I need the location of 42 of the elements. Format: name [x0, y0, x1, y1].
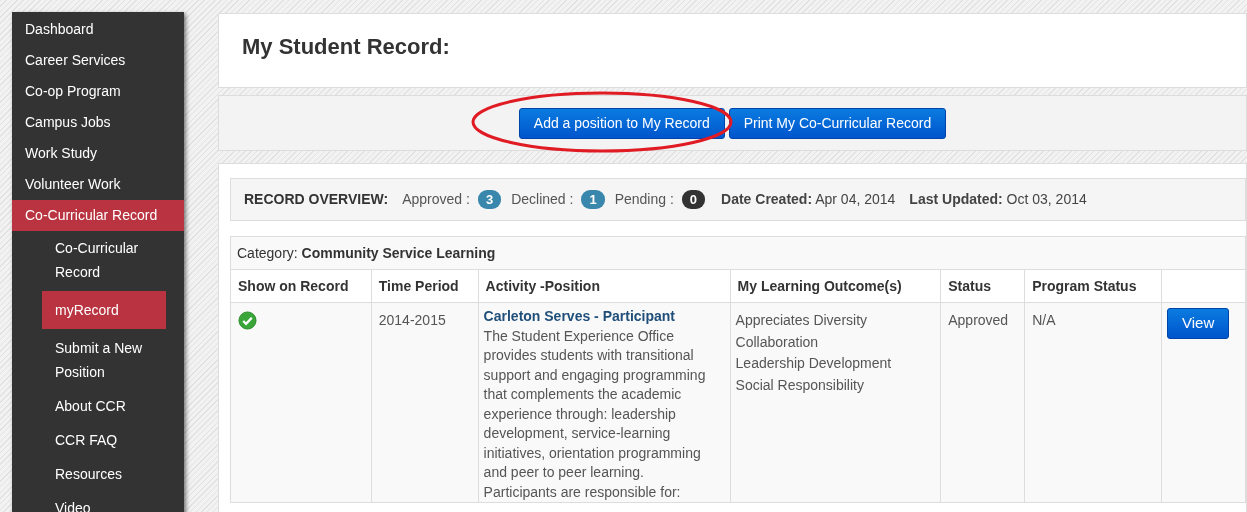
column-header: Time Period [378, 277, 459, 294]
sidebar-item[interactable]: Volunteer Work [12, 169, 184, 200]
sidebar-item[interactable]: Career Services [12, 45, 184, 76]
column-header: Activity -Position [485, 277, 600, 294]
column-header: Program Status [1032, 277, 1137, 294]
sidebar-item[interactable]: Co-op Program [12, 76, 184, 107]
date-text: Date Created: Apr 04, 2014 [721, 190, 896, 209]
sidebar-subitem[interactable]: About CCR [42, 389, 166, 423]
sidebar-subitem[interactable]: Submit a New Position [42, 331, 166, 389]
sidebar-subitem[interactable]: myRecord [42, 291, 166, 329]
count-badge: 0 [681, 190, 706, 209]
date-text: Last Updated: Oct 03, 2014 [909, 190, 1087, 209]
count-label: Pending : [614, 190, 674, 209]
status-text: Approved [948, 312, 1009, 328]
view-button[interactable]: View [1167, 308, 1230, 339]
column-header: Status [948, 277, 991, 294]
action-button[interactable]: Print My Co-Curricular Record [728, 107, 947, 139]
activity-description: The Student Experience Office provides students with transitional support and engaging programming that complements the academic experience through: leadership development, service-learning initiatives, orientation programming and peer to peer learning. Participants are responsible for: [483, 326, 707, 502]
count-badge: 3 [477, 190, 502, 209]
action-button[interactable]: Add a position to My Record [518, 107, 725, 139]
count-label: Declined : [511, 190, 574, 209]
period-text: 2014-2015 [378, 312, 446, 328]
sidebar-item[interactable]: Work Study [12, 138, 184, 169]
outcome-text: Leadership Development [735, 354, 893, 373]
overview-title: RECORD OVERVIEW: [244, 190, 389, 209]
outcome-text: Appreciates Diversity [735, 311, 869, 330]
sidebar-subitem[interactable]: Resources [42, 457, 166, 491]
sidebar-subitem[interactable]: CCR FAQ [42, 423, 166, 457]
outcome-text: Social Responsibility [735, 375, 865, 395]
column-header: Show on Record [238, 277, 349, 294]
activity-link[interactable]: Carleton Serves - Participant [483, 307, 725, 327]
sidebar-item[interactable]: Dashboard [12, 14, 184, 45]
sidebar-item[interactable]: Co-Curricular Record [12, 200, 184, 231]
count-badge: 1 [581, 190, 605, 209]
outcome-text: Collaboration [735, 332, 820, 352]
program-status-text: N/A [1032, 312, 1056, 328]
sidebar-item[interactable]: Campus Jobs [12, 107, 184, 138]
column-header: My Learning Outcome(s) [737, 277, 902, 294]
sidebar-subitem[interactable]: Co-Curricular Record [42, 231, 166, 289]
page-title: My Student Record: [242, 33, 451, 61]
count-label: Approved : [402, 190, 470, 209]
category-label: Category: Community Service Learning [237, 244, 496, 261]
